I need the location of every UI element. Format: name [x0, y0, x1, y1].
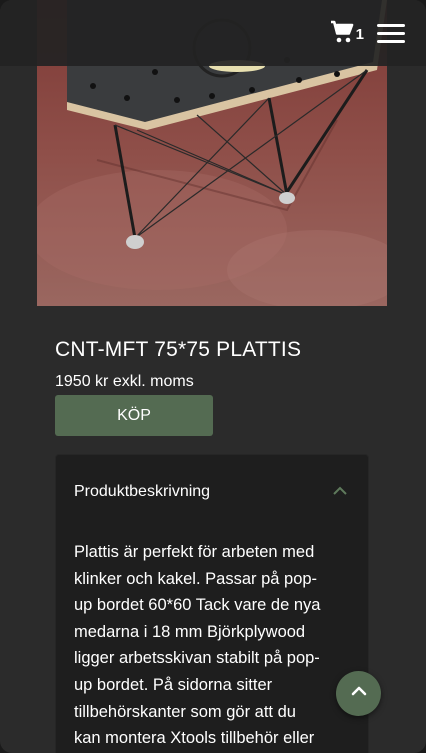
description-line: medarna i 18 mm Björkplywood [74, 622, 306, 641]
description-text: Plattis är perfekt för arbeten med klink… [74, 539, 356, 752]
description-line: klinker och kakel. Passar på pop- [74, 569, 318, 588]
scroll-to-top-button[interactable] [336, 671, 381, 716]
description-heading: Produktbeskrivning [74, 483, 211, 500]
description-line: tillbehörskanter som gör att du [74, 702, 296, 721]
description-accordion: Produktbeskrivning Plattis är perfekt fö… [55, 454, 369, 753]
description-line: ligger arbetsskivan stabilt på pop- [74, 649, 320, 668]
product-page: 1 CNT-MFT 75*75 PLATTIS 1950 kr exkl. mo… [0, 0, 426, 753]
cart-icon [330, 20, 354, 49]
cart-count-badge: 1 [355, 25, 364, 43]
description-line: up bordet. På sidorna sitter [74, 675, 273, 694]
hamburger-menu-icon[interactable] [377, 22, 405, 44]
chevron-up-icon [332, 483, 348, 504]
description-accordion-header[interactable]: Produktbeskrivning [56, 455, 370, 529]
chevron-up-icon [350, 682, 368, 705]
cart-button[interactable]: 1 [330, 20, 364, 49]
description-line: up bordet 60*60 Tack vare de nya [74, 596, 321, 615]
buy-button[interactable]: KÖP [55, 395, 213, 436]
description-line: kan montera Xtools tillbehör eller [74, 729, 315, 748]
product-price: 1950 kr exkl. moms [55, 373, 194, 390]
product-title: CNT-MFT 75*75 PLATTIS [55, 338, 302, 361]
top-navigation-bar: 1 [0, 0, 426, 66]
description-line: Plattis är perfekt för arbeten med [74, 543, 315, 561]
